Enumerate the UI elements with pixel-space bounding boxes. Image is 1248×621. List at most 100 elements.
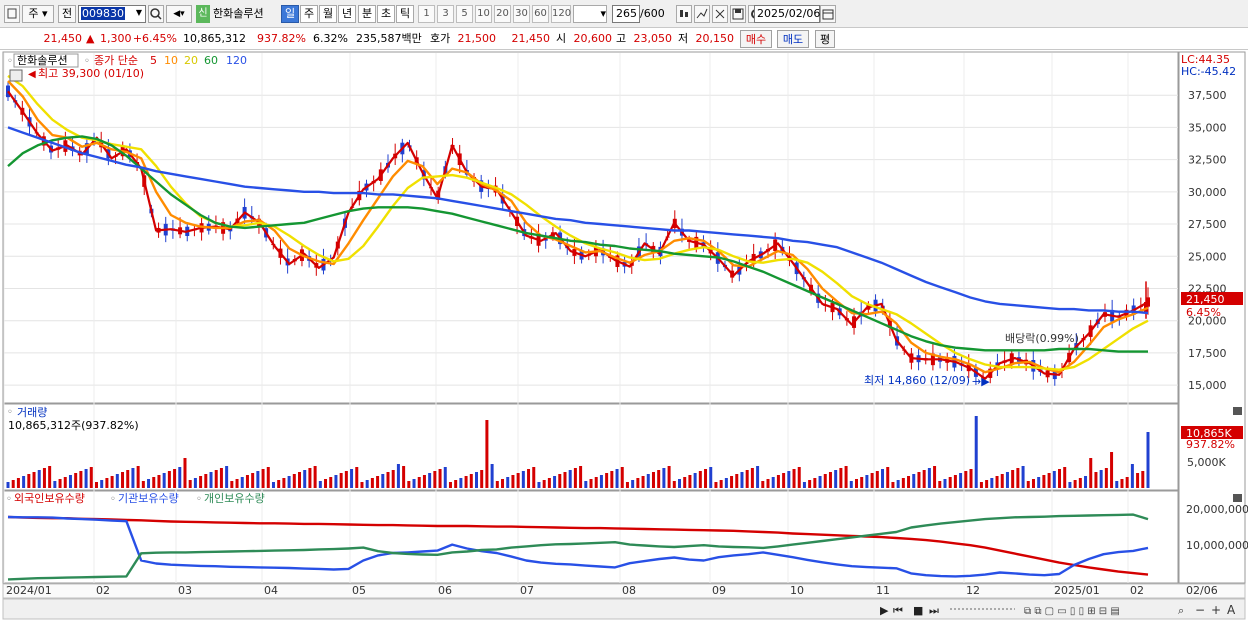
bar-count-input[interactable]: 265 [612, 5, 640, 23]
volume-bar [766, 479, 770, 488]
volume-bar [422, 475, 426, 488]
interval-10[interactable]: 10 [475, 5, 492, 23]
auto-scale-icon[interactable]: A [1227, 603, 1236, 617]
volume-bar [959, 473, 963, 488]
volume-bar [1073, 480, 1077, 488]
volume-bar [969, 469, 973, 488]
volume-bar [94, 482, 98, 488]
volume-bar [365, 480, 369, 488]
interval-3[interactable]: 3 [437, 5, 454, 23]
tool-icons[interactable]: ⧉ ⧉ ▢ ▭ ▯ ▯ ⊞ ⊟ ▤ [1024, 606, 1120, 617]
chevron-down-icon[interactable]: ▼ [132, 5, 146, 23]
x-axis-label: 07 [520, 584, 534, 597]
volume-bar [875, 471, 879, 488]
date-input[interactable]: 2025/02/06 [754, 5, 820, 23]
volume-bar [964, 471, 968, 488]
line-tool-icon[interactable] [694, 5, 710, 23]
volume-bar [698, 471, 702, 488]
volume-bar [547, 478, 551, 488]
scroll-right-icon[interactable]: ▶ [880, 604, 889, 617]
scroll-last-icon[interactable]: ⏭ [929, 604, 939, 617]
open-price: 20,600 [573, 32, 613, 45]
volume-bar [1026, 481, 1030, 488]
volume-bar [704, 469, 708, 488]
period-week[interactable]: 주 [300, 5, 319, 23]
volume-close-icon[interactable] [1233, 407, 1242, 415]
interval-30[interactable]: 30 [513, 5, 530, 23]
zoom-in-icon[interactable]: + [1211, 603, 1221, 617]
interval-1[interactable]: 1 [418, 5, 435, 23]
volume-bar [448, 482, 452, 488]
volume-bar [1078, 478, 1082, 488]
interval-20[interactable]: 20 [494, 5, 511, 23]
volume-current-pct: 937.82% [1186, 438, 1235, 451]
legend-foreign: 외국인보유수량 [14, 492, 85, 505]
save-icon[interactable] [730, 5, 746, 23]
volume-bar [573, 468, 577, 488]
x-axis-right-label: 02/06 [1186, 584, 1218, 597]
volume-bar [818, 476, 822, 488]
scroll-first-icon[interactable]: ⏮ [893, 604, 903, 617]
search-icon[interactable] [148, 5, 164, 23]
period-day[interactable]: 일 [281, 5, 300, 23]
volume-bar [813, 478, 817, 488]
price-y-tick: 35,000 [1188, 121, 1227, 134]
volume-bar [16, 478, 20, 488]
interval-60[interactable]: 60 [532, 5, 549, 23]
period-month[interactable]: 월 [319, 5, 338, 23]
stock-chart[interactable]: 37,50035,00032,50030,00027,50025,00022,5… [0, 50, 1248, 621]
expand-icon[interactable] [712, 5, 728, 23]
volume-bar [750, 468, 754, 488]
holding-close-icon[interactable] [1233, 494, 1242, 502]
period-select[interactable]: 주 ▾ [22, 5, 54, 23]
period-year[interactable]: 년 [338, 5, 357, 23]
interval-120[interactable]: 120 [551, 5, 571, 23]
hc-label: HC:-45.42 [1181, 65, 1236, 78]
volume-bar [662, 468, 666, 488]
zoom-icon[interactable]: ⌕ [1178, 604, 1184, 617]
low-price: 20,150 [695, 32, 735, 45]
calculator-icon[interactable] [9, 69, 23, 82]
volume-bar [22, 476, 26, 488]
current-price: 21,450 [43, 32, 83, 45]
volume-bar [329, 477, 333, 488]
period-tick[interactable]: 틱 [396, 5, 415, 23]
volume-bar [245, 475, 249, 488]
x-axis-label: 10 [790, 584, 804, 597]
volume-bar [167, 471, 171, 488]
holding-dot-icon: ◦ [6, 494, 12, 505]
chart-type-icon[interactable] [4, 5, 20, 23]
high-price: 23,050 [633, 32, 673, 45]
calendar-icon[interactable] [820, 5, 836, 23]
period-second[interactable]: 초 [377, 5, 396, 23]
volume-bar [641, 476, 645, 488]
interval-5[interactable]: 5 [456, 5, 473, 23]
volume-bar [979, 482, 983, 488]
volume-bar [912, 474, 916, 488]
zoom-out-icon[interactable]: − [1195, 603, 1205, 617]
ma-120-label: 120 [226, 54, 247, 67]
holding-dot3-icon: ◦ [196, 494, 202, 505]
volume-bar [943, 479, 947, 488]
sell-button[interactable]: 매도 [777, 30, 809, 48]
custom-interval-dropdown[interactable]: ▾ [573, 5, 607, 23]
period-minute[interactable]: 분 [358, 5, 377, 23]
sound-icon[interactable]: ◀▾ [166, 5, 192, 23]
buy-button[interactable]: 매수 [740, 30, 772, 48]
volume-bar [459, 478, 463, 488]
volume-bar [1021, 466, 1025, 488]
volume-bar [1084, 476, 1088, 488]
volume-bar [886, 467, 890, 488]
eval-button[interactable]: 평 [815, 30, 835, 48]
volume-bar [464, 476, 468, 488]
current-price-axis: 21,450 [1186, 293, 1225, 306]
volume-bar [714, 482, 718, 488]
stop-icon[interactable]: ■ [913, 604, 923, 617]
volume-bar [277, 480, 281, 488]
low-label: 저 [678, 32, 689, 45]
prev-button[interactable]: 전 [58, 5, 76, 23]
volume-bar [100, 480, 104, 488]
volume-bar [1146, 432, 1150, 488]
volume-bar [48, 466, 52, 488]
candle-icon[interactable] [676, 5, 692, 23]
